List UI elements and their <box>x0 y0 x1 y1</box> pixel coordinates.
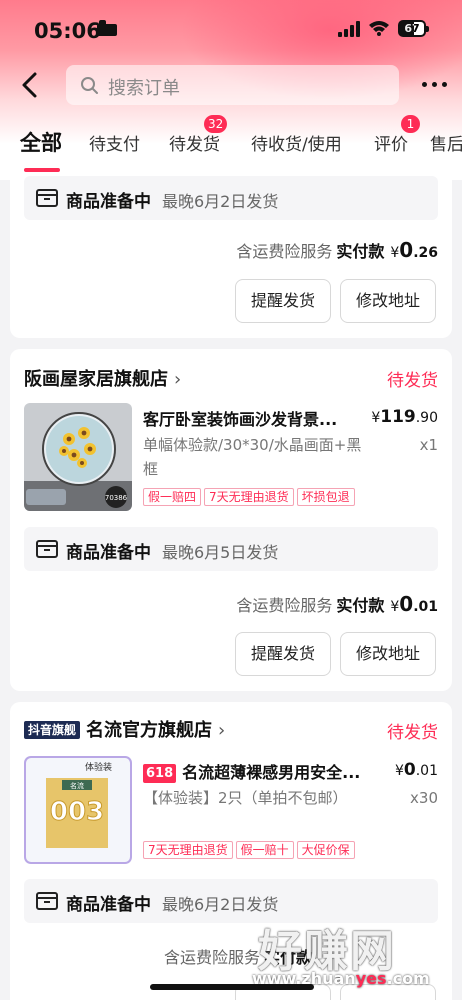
price-dec: .01 <box>415 763 438 779</box>
service-tag: 7天无理由退货 <box>204 488 294 506</box>
paid-label: 实付款 <box>336 242 385 261</box>
product-price: ¥0.01 <box>395 760 438 780</box>
service-tags: 假一赔四 7天无理由退货 坏损包退 <box>143 486 358 506</box>
tab-all[interactable]: 全部 <box>20 127 62 157</box>
price-dec: .90 <box>415 410 438 426</box>
thumb-big: 003 <box>50 797 104 827</box>
ship-status: 商品准备中 <box>66 895 151 915</box>
ship-status: 商品准备中 <box>66 192 151 212</box>
shop-name-text: 名流官方旗舰店 <box>86 720 213 741</box>
battery-level: 67 <box>404 22 420 35</box>
shop-name[interactable]: 阪画屋家居旗舰店 › <box>24 365 181 391</box>
currency: ¥ <box>390 245 400 261</box>
battery-icon: 67 <box>398 20 429 37</box>
shipping-status-box: 商品准备中 最晚6月2日发货 <box>24 879 438 923</box>
product-spec: 单幅体验款/30*30/水晶画面+黑框 <box>143 436 362 478</box>
package-icon <box>36 189 58 207</box>
ship-status: 商品准备中 <box>66 543 151 563</box>
service-tag: 坏损包退 <box>296 488 355 506</box>
nav-bar: 搜索订单 <box>0 62 462 108</box>
shop-name-text: 阪画屋家居旗舰店 <box>24 369 168 390</box>
shipping-status-box: 商品准备中 最晚6月5日发货 <box>24 527 438 571</box>
order-status: 待发货 <box>387 371 438 391</box>
product-image-art: 体验装 名流 003 <box>24 756 132 864</box>
ship-eta: 最晚6月5日发货 <box>162 543 279 562</box>
order-tabs: 全部 待支付 待发货 32 待收货/使用 评价 1 售后 <box>0 115 462 174</box>
remind-shipment-button[interactable]: 提醒发货 <box>235 279 331 323</box>
order-status: 待发货 <box>387 723 438 743</box>
promo-618-badge: 618 <box>143 764 177 783</box>
pending-shipment-badge: 32 <box>204 115 228 133</box>
paid-label: 实付款 <box>263 948 312 967</box>
price-int: 0 <box>403 760 416 780</box>
product-price: ¥119.90 <box>371 407 438 427</box>
search-placeholder: 搜索订单 <box>108 78 180 99</box>
review-badge: 1 <box>401 115 420 133</box>
ship-eta: 最晚6月2日发货 <box>162 895 279 914</box>
package-icon <box>36 892 58 910</box>
product-image[interactable]: 体验装 名流 003 <box>24 756 132 864</box>
thumb-brand: 名流 <box>70 781 84 790</box>
paid-dec: .01 <box>413 599 438 615</box>
order-card: 阪画屋家居旗舰店 › 待发货 70386 客厅卧室装饰画沙发背景... ¥119.… <box>10 349 452 691</box>
status-bar: 05:06 67 <box>0 0 462 60</box>
paid-label: 实付款 <box>336 596 385 615</box>
order-card: 抖音旗舰 名流官方旗舰店 › 待发货 体验装 名流 003 618 名流超薄裸感男用安… <box>10 702 452 1000</box>
shop-name[interactable]: 抖音旗舰 名流官方旗舰店 › <box>24 716 225 742</box>
service-tag: 假一赔四 <box>143 488 202 506</box>
service-tag: 7天无理由退货 <box>143 841 233 859</box>
product-qty: x1 <box>419 436 438 454</box>
price-int: 119 <box>380 407 416 427</box>
tab-after-sales[interactable]: 售后 <box>430 130 462 155</box>
search-icon <box>81 77 98 94</box>
service-tag: 假一赔十 <box>235 841 294 859</box>
paid-dec: .26 <box>413 245 438 261</box>
price-currency: ¥ <box>371 410 381 426</box>
insurance-label: 含运费险服务 <box>163 948 260 967</box>
tab-pending-shipment[interactable]: 待发货 <box>169 130 220 155</box>
package-icon <box>36 540 58 558</box>
search-input[interactable]: 搜索订单 <box>66 65 399 105</box>
sleep-mode-icon <box>97 20 117 36</box>
change-address-button[interactable] <box>340 984 436 1000</box>
price-currency: ¥ <box>394 763 404 779</box>
payment-line: 含运费险服务 实付款 ¥0.26 <box>236 238 438 262</box>
shipping-status-box: 商品准备中 最晚6月2日发货 <box>24 176 438 220</box>
change-address-button[interactable]: 修改地址 <box>340 279 436 323</box>
chevron-right-icon: › <box>174 369 182 390</box>
thumb-label: 体验装 <box>85 761 112 773</box>
service-tag: 大促价保 <box>296 841 355 859</box>
product-image-art: 70386 <box>24 403 132 511</box>
wifi-icon <box>369 21 389 36</box>
change-address-button[interactable]: 修改地址 <box>340 632 436 676</box>
service-tags: 7天无理由退货 假一赔十 大促价保 <box>143 839 358 859</box>
payment-line: 含运费险服务 实付款 <box>164 944 312 968</box>
product-title[interactable]: 客厅卧室装饰画沙发背景... <box>143 406 337 430</box>
paid-int: 0 <box>399 592 414 616</box>
signal-icon <box>338 21 360 37</box>
product-code: 70386 <box>105 494 128 502</box>
product-qty: x30 <box>410 789 438 807</box>
product-image[interactable]: 70386 <box>24 403 132 511</box>
product-title-text: 名流超薄裸感男用安全... <box>182 763 361 782</box>
product-title[interactable]: 618 名流超薄裸感男用安全... <box>143 759 360 783</box>
ship-eta: 最晚6月2日发货 <box>162 192 279 211</box>
tab-pending-payment[interactable]: 待支付 <box>89 130 140 155</box>
order-card: 商品准备中 最晚6月2日发货 含运费险服务 实付款 ¥0.26 提醒发货 修改地址 <box>10 172 452 338</box>
more-icon[interactable] <box>420 74 450 94</box>
payment-line: 含运费险服务 实付款 ¥0.01 <box>236 592 438 616</box>
tab-pending-receipt[interactable]: 待收货/使用 <box>251 130 342 155</box>
paid-int: 0 <box>399 238 414 262</box>
currency: ¥ <box>390 599 400 615</box>
insurance-label: 含运费险服务 <box>236 596 333 615</box>
product-spec: 【体验装】2只（单拍不包邮） <box>143 789 348 807</box>
flagship-badge: 抖音旗舰 <box>24 721 81 739</box>
tab-review[interactable]: 评价 <box>374 130 408 155</box>
insurance-label: 含运费险服务 <box>236 242 333 261</box>
remind-shipment-button[interactable]: 提醒发货 <box>235 632 331 676</box>
status-time: 05:06 <box>34 19 101 43</box>
home-indicator[interactable] <box>150 984 314 990</box>
back-arrow-icon[interactable] <box>16 70 46 100</box>
chevron-right-icon: › <box>218 720 226 741</box>
